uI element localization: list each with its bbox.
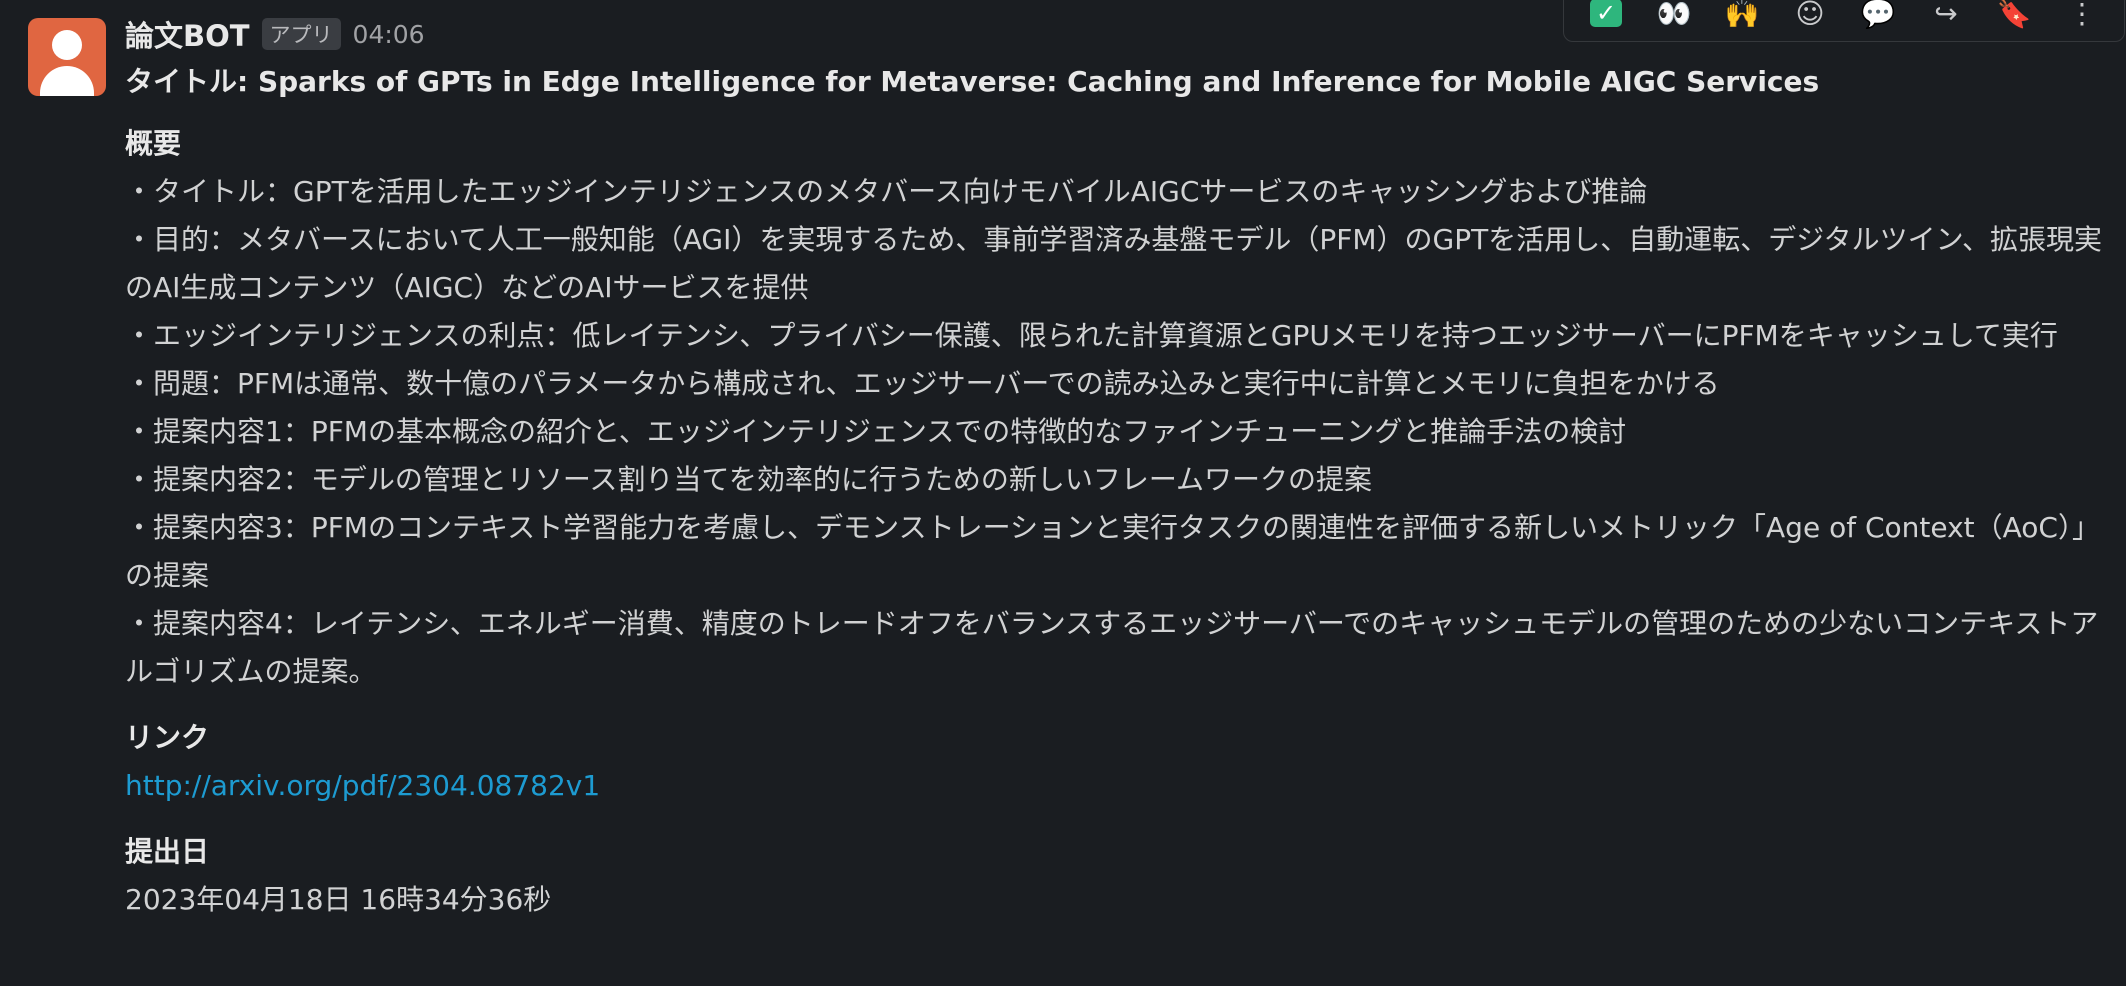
submitted-date: 2023年04月18日 16時34分36秒 — [125, 883, 552, 916]
summary-item: ・タイトル：GPTを活用したエッジインテリジェンスのメタバース向けモバイルAIG… — [125, 175, 1648, 208]
message-actions-toolbar: ✓ 👀 🙌 ☺ 💬 ↪ 🔖 ⋮ — [1563, 0, 2125, 42]
summary-item: ・問題：PFMは通常、数十億のパラメータから構成され、エッジサーバーでの読み込み… — [125, 367, 1720, 400]
summary-item: ・提案内容1：PFMの基本概念の紹介と、エッジインテリジェンスでの特徴的なファイ… — [125, 415, 1627, 448]
eyes-icon[interactable]: 👀 — [1649, 0, 1699, 35]
share-icon[interactable]: ↪ — [1921, 0, 1971, 35]
reply-in-thread-icon[interactable]: 💬 — [1853, 0, 1903, 35]
submitted-heading: 提出日 — [125, 835, 210, 868]
app-badge: アプリ — [261, 18, 341, 50]
bookmark-icon[interactable]: 🔖 — [1989, 0, 2039, 35]
message-title: タイトル: Sparks of GPTs in Edge Intelligenc… — [125, 65, 1820, 98]
avatar[interactable] — [28, 18, 106, 96]
link-heading: リンク — [125, 721, 210, 754]
summary-item: ・提案内容2：モデルの管理とリソース割り当てを効率的に行うための新しいフレームワ… — [125, 463, 1373, 496]
message-timestamp[interactable]: 04:06 — [353, 20, 425, 49]
summary-item: ・提案内容4：レイテンシ、エネルギー消費、精度のトレードオフをバランスするエッジ… — [125, 607, 2099, 688]
message-header: 論文BOT アプリ 04:06 — [125, 12, 425, 56]
check-mark-icon[interactable]: ✓ — [1581, 0, 1631, 35]
message-body: 概要 ・タイトル：GPTを活用したエッジインテリジェンスのメタバース向けモバイル… — [125, 120, 2115, 924]
summary-heading: 概要 — [125, 127, 182, 160]
summary-item: ・提案内容3：PFMのコンテキスト学習能力を考慮し、デモンストレーションと実行タ… — [125, 511, 2100, 592]
summary-item: ・目的：メタバースにおいて人工一般知能（AGI）を実現するため、事前学習済み基盤… — [125, 223, 2102, 304]
raised-hands-icon[interactable]: 🙌 — [1717, 0, 1767, 35]
more-actions-icon[interactable]: ⋮ — [2057, 0, 2107, 35]
sender-name[interactable]: 論文BOT — [125, 13, 250, 55]
add-reaction-icon[interactable]: ☺ — [1785, 0, 1835, 35]
summary-item: ・エッジインテリジェンスの利点：低レイテンシ、プライバシー保護、限られた計算資源… — [125, 319, 2058, 352]
paper-link[interactable]: http://arxiv.org/pdf/2304.08782v1 — [125, 762, 600, 810]
